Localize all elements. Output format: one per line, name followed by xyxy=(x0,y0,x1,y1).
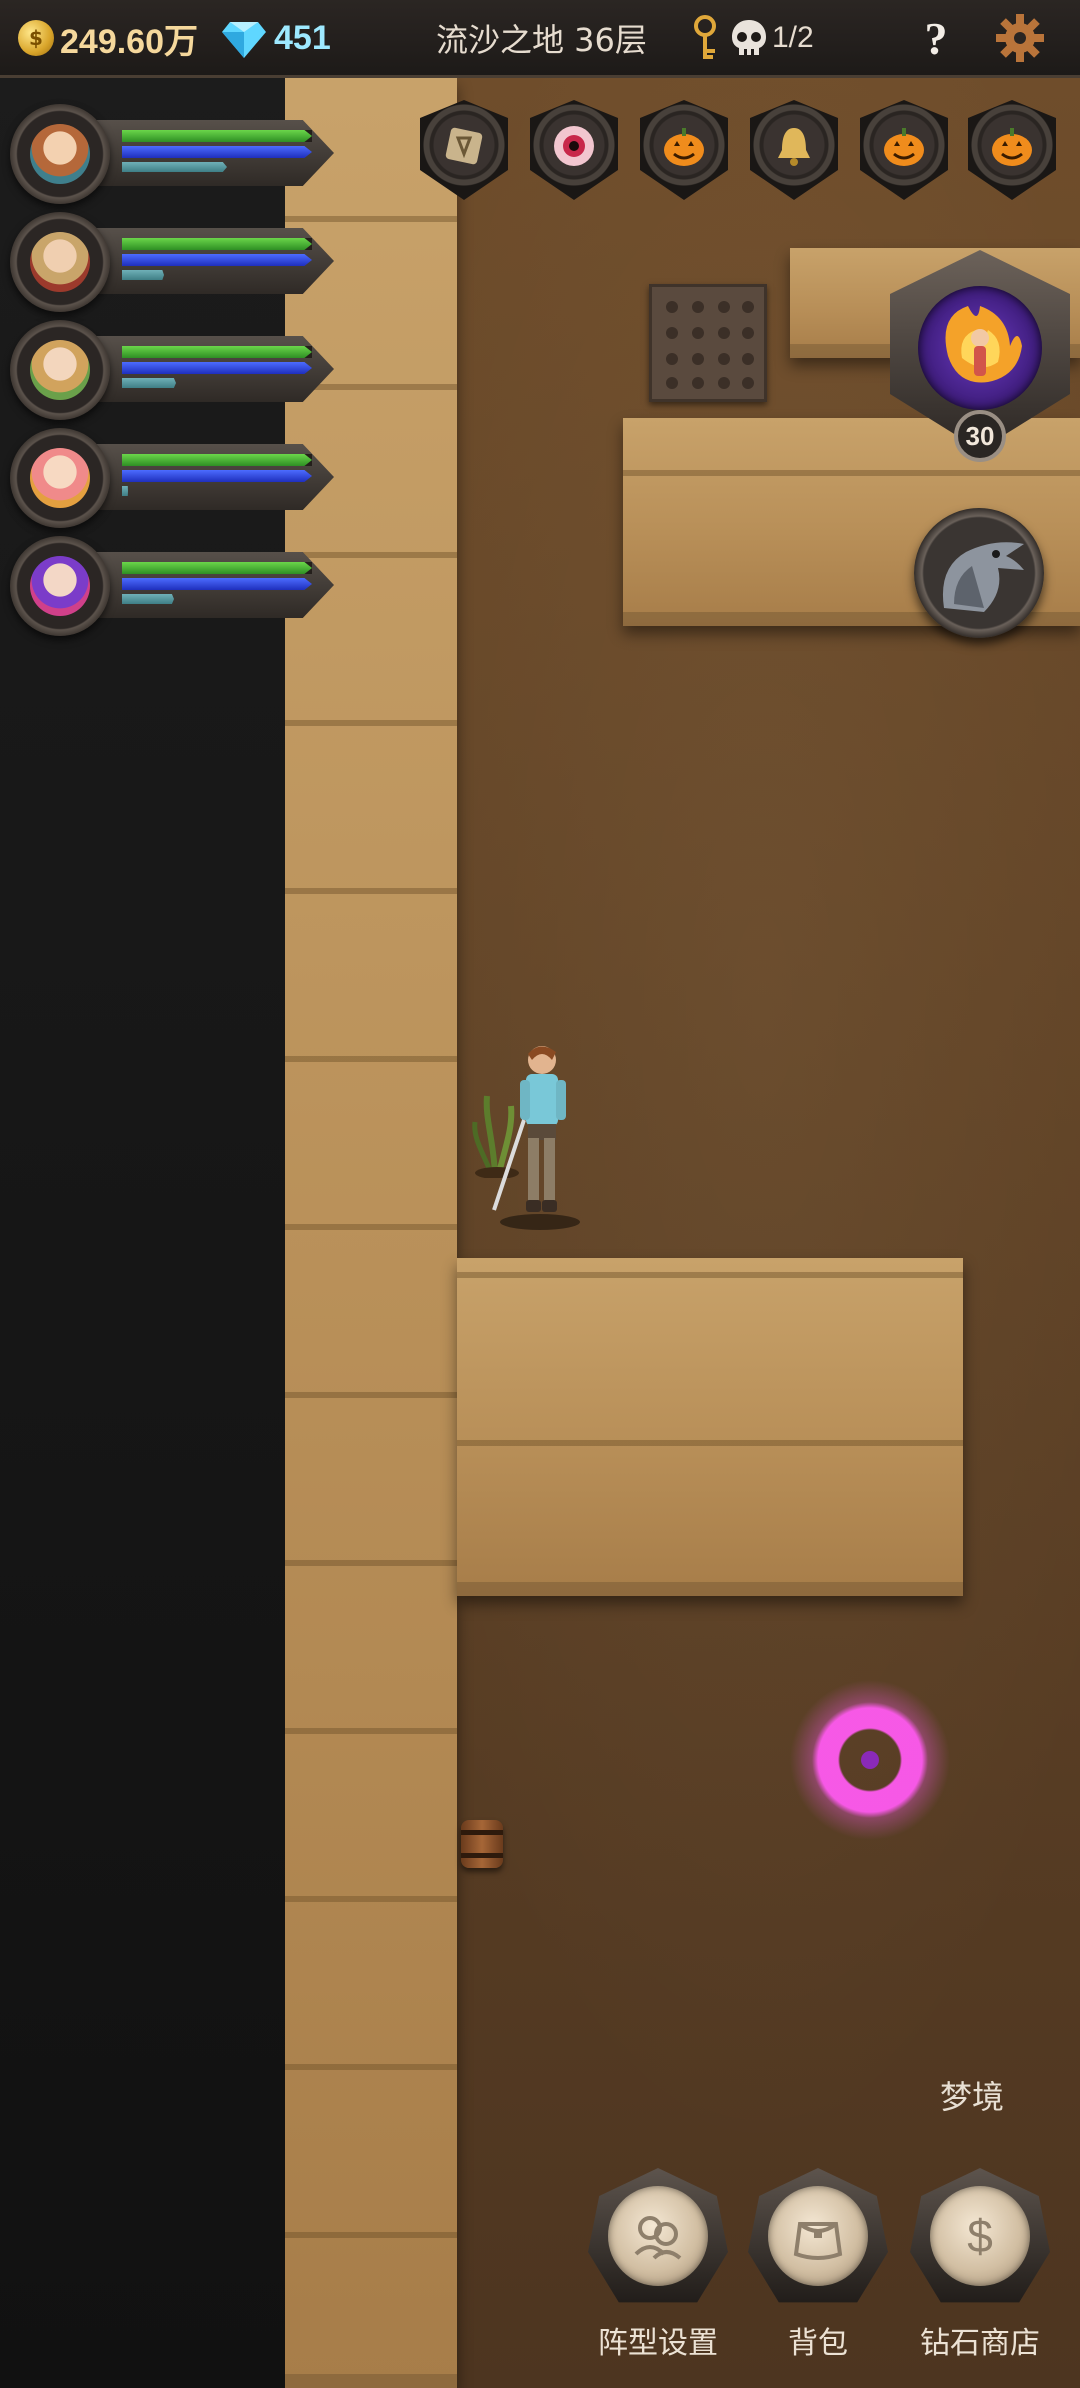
bag-label[interactable]: 背包 xyxy=(738,2318,898,2362)
xp-bar xyxy=(122,270,164,280)
help-icon: ? xyxy=(924,12,948,64)
portal-core xyxy=(861,1751,879,1769)
xp-bar xyxy=(122,486,128,496)
item-slot-pumpkin-1[interactable] xyxy=(636,100,732,218)
portal-marker[interactable] xyxy=(790,1680,950,1840)
item-slot-pumpkin-2[interactable] xyxy=(856,100,952,218)
companion-button[interactable] xyxy=(914,508,1044,638)
kill-counter: 1/2 xyxy=(730,14,814,62)
pumpkin-icon xyxy=(884,128,924,166)
svg-text:$: $ xyxy=(967,2210,993,2262)
item-slot-pumpkin-3[interactable] xyxy=(964,100,1060,218)
status-bars xyxy=(74,228,334,294)
fire-dancer-icon xyxy=(945,306,1022,383)
dollar-icon: $ xyxy=(967,2210,993,2262)
status-bars xyxy=(74,120,334,186)
key-display xyxy=(690,14,720,62)
boss-portrait xyxy=(918,286,1042,410)
pumpkin-icon xyxy=(664,128,704,166)
hp-bar xyxy=(122,130,312,142)
hp-bar xyxy=(122,454,312,466)
status-bars xyxy=(74,444,334,510)
avatar xyxy=(10,320,110,420)
hp-bar xyxy=(122,346,312,358)
gold-amount: 249.60万 xyxy=(60,22,198,61)
crow-icon xyxy=(942,542,1024,612)
item-slot-bell[interactable] xyxy=(746,100,842,218)
item-slot-eye[interactable] xyxy=(526,100,622,218)
mp-bar xyxy=(122,146,312,158)
status-bars xyxy=(74,552,334,618)
diamond-display: 451 xyxy=(222,14,331,62)
party-member-3[interactable] xyxy=(10,320,334,420)
party-member-5[interactable] xyxy=(10,536,334,636)
boss-level: 30 xyxy=(954,410,1006,462)
avatar xyxy=(10,212,110,312)
party-member-4[interactable] xyxy=(10,428,334,528)
party-member-1[interactable] xyxy=(10,104,334,204)
bell-icon xyxy=(778,128,810,166)
eye-icon xyxy=(554,126,594,166)
diamond-icon xyxy=(222,22,266,58)
help-button[interactable]: ? xyxy=(908,10,964,66)
location-title: 流沙之地 36层 xyxy=(436,21,647,59)
hp-bar xyxy=(122,562,312,574)
top-status-bar: $ 249.60万 451 流沙之地 36层 1/2 ? xyxy=(0,0,1080,78)
formation-button[interactable] xyxy=(588,2168,728,2328)
location-display: 流沙之地 36层 xyxy=(436,14,647,62)
xp-bar xyxy=(122,594,174,604)
game-screen: $ 249.60万 451 流沙之地 36层 1/2 ? 30 梦境 阵型设置 … xyxy=(0,0,1080,2388)
settings-button[interactable] xyxy=(992,10,1048,66)
xp-bar xyxy=(122,162,227,172)
key-icon xyxy=(694,15,716,59)
gear-icon xyxy=(996,14,1044,62)
player-hero[interactable] xyxy=(480,1040,600,1230)
wall-block xyxy=(457,1258,963,1596)
mp-bar xyxy=(122,578,312,590)
hp-bar xyxy=(122,238,312,250)
coin-icon: $ xyxy=(18,20,54,56)
diamond-shop-label[interactable]: 钻石商店 xyxy=(900,2318,1060,2362)
bag-button[interactable] xyxy=(748,2168,888,2328)
kill-count: 1/2 xyxy=(772,21,814,54)
pumpkin-icon xyxy=(992,128,1032,166)
bag-icon xyxy=(793,2222,843,2260)
avatar xyxy=(10,428,110,528)
mp-bar xyxy=(122,362,312,374)
formation-icon xyxy=(634,2216,682,2260)
party-member-2[interactable] xyxy=(10,212,334,312)
boss-badge[interactable]: 30 xyxy=(890,250,1070,480)
diamond-shop-button[interactable]: $ xyxy=(910,2168,1050,2328)
xp-bar xyxy=(122,378,176,388)
mp-bar xyxy=(122,254,312,266)
diamond-amount: 451 xyxy=(274,18,331,57)
avatar xyxy=(10,104,110,204)
floor-grate xyxy=(649,284,767,402)
wall-block xyxy=(285,78,457,2388)
rune-stone-icon xyxy=(445,127,483,165)
barrel[interactable] xyxy=(461,1820,503,1868)
skull-icon xyxy=(732,20,766,55)
status-bars xyxy=(74,336,334,402)
gold-display: $ 249.60万 xyxy=(18,14,198,62)
item-slot-rune[interactable] xyxy=(416,100,512,218)
formation-label[interactable]: 阵型设置 xyxy=(578,2318,738,2362)
avatar xyxy=(10,536,110,636)
mp-bar xyxy=(122,470,312,482)
dream-label[interactable]: 梦境 xyxy=(940,2072,1004,2118)
